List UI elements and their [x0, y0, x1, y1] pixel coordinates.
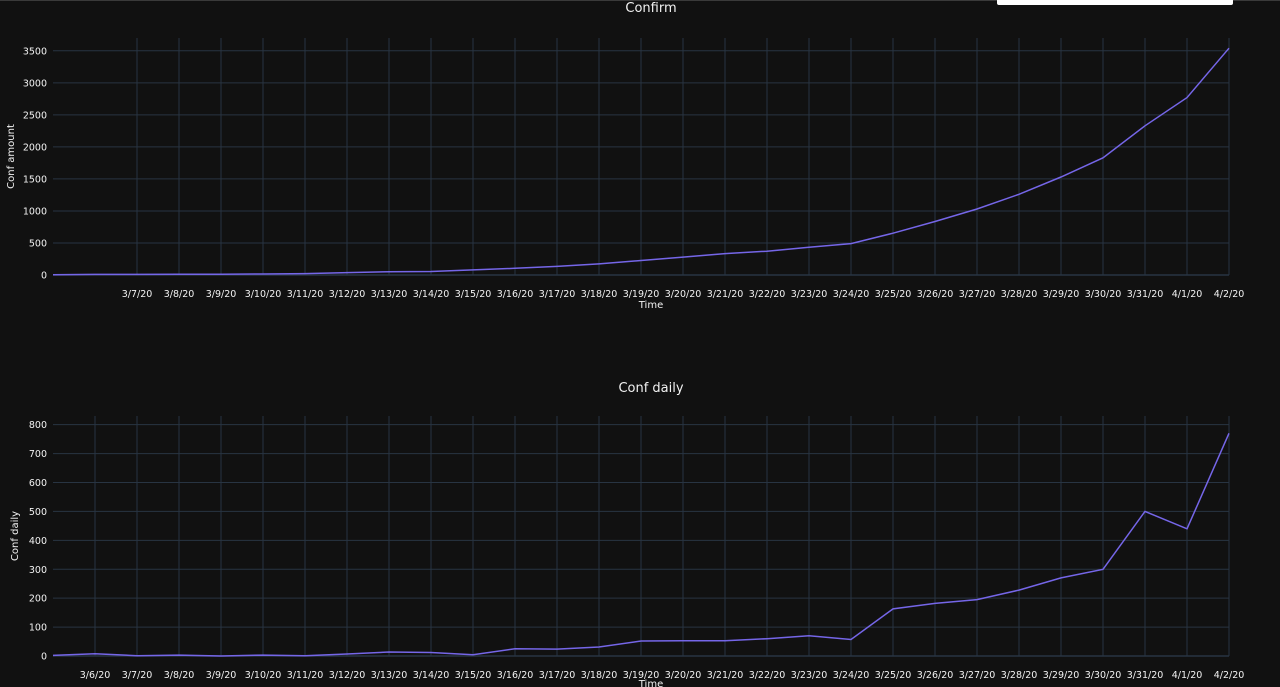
x-tick-label: 4/1/20 — [1172, 670, 1203, 681]
x-tick-label: 3/29/20 — [1043, 670, 1080, 681]
x-tick-label: 3/17/20 — [539, 670, 576, 681]
y-tick-label: 400 — [29, 536, 47, 547]
y-tick-label: 500 — [29, 507, 47, 518]
y-tick-label: 700 — [29, 449, 47, 460]
x-tick-label: 3/16/20 — [497, 670, 534, 681]
x-tick-label: 3/14/20 — [413, 670, 450, 681]
x-tick-label: 3/28/20 — [1001, 670, 1038, 681]
x-tick-label: 3/18/20 — [581, 670, 618, 681]
x-tick-label: 3/25/20 — [875, 670, 912, 681]
conf-daily-chart: Conf daily 0 100 200 300 400 500 600 700 800 3/6/2… — [10, 381, 1245, 687]
x-tick-label: 3/20/20 — [665, 670, 702, 681]
x-tick-label: 3/24/20 — [833, 670, 870, 681]
x-tick-label: 3/23/20 — [791, 670, 828, 681]
x-tick-label: 3/12/20 — [329, 670, 366, 681]
x-tick-label: 3/30/20 — [1085, 670, 1122, 681]
x-tick-label: 3/31/20 — [1127, 670, 1164, 681]
y-tick-label: 0 — [41, 652, 47, 663]
y-tick-label: 300 — [29, 565, 47, 576]
x-tick-label: 3/13/20 — [371, 670, 408, 681]
x-tick-label: 3/21/20 — [707, 670, 744, 681]
x-tick-label: 3/15/20 — [455, 670, 492, 681]
x-tick-label: 3/8/20 — [164, 670, 195, 681]
x-tick-label: 3/7/20 — [122, 670, 153, 681]
y-axis-title: Conf daily — [10, 511, 21, 561]
x-tick-label: 3/10/20 — [245, 670, 282, 681]
chart-title: Conf daily — [618, 381, 683, 396]
x-tick-label: 4/2/20 — [1214, 670, 1245, 681]
x-tick-label: 3/26/20 — [917, 670, 954, 681]
y-tick-label: 600 — [29, 478, 47, 489]
y-tick-label: 200 — [29, 594, 47, 605]
x-tick-label: 3/27/20 — [959, 670, 996, 681]
x-tick-label: 3/11/20 — [287, 670, 324, 681]
x-tick-label: 3/9/20 — [206, 670, 237, 681]
x-tick-label: 3/22/20 — [749, 670, 786, 681]
y-tick-label: 800 — [29, 420, 47, 431]
x-tick-label: 3/6/20 — [80, 670, 111, 681]
plot-page: Confirm 0 500 1000 1500 2000 2500 3000 3500 3/7/2… — [0, 0, 1280, 687]
y-tick-label: 100 — [29, 623, 47, 634]
x-axis-title: Time — [638, 679, 663, 687]
